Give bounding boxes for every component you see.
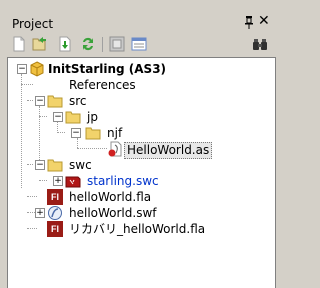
project-panel: Project ✕ − InitStarling (AS3) Reference… [0,0,284,288]
expand-icon[interactable]: + [53,176,63,186]
project-label: InitStarling (AS3) [48,62,167,76]
properties-icon[interactable] [131,36,147,52]
build-icon[interactable] [109,36,125,52]
src-label: src [69,94,87,108]
folder-icon [65,109,81,125]
project-tree[interactable]: − InitStarling (AS3) References − src − … [7,57,276,288]
panel-toolbar [7,34,272,56]
save-icon[interactable] [57,36,73,52]
open-icon[interactable] [31,36,47,52]
njf-label: njf [107,126,123,140]
tree-item-helloworld-swf[interactable]: + helloWorld.swf [8,205,268,221]
close-icon[interactable]: ✕ [258,13,270,29]
expand-icon[interactable]: + [35,208,45,218]
tree-item-project[interactable]: − InitStarling (AS3) [8,61,268,77]
helloworld-fla-label: helloWorld.fla [69,190,152,204]
tree-item-starling-swc[interactable]: + starling.swc [8,173,268,189]
tree-item-helloworld-as[interactable]: HelloWorld.as [8,141,268,159]
tree-item-references[interactable]: References [8,77,268,93]
binoculars-icon[interactable] [252,36,268,52]
folder-icon [85,125,101,141]
tree-item-src[interactable]: − src [8,93,268,109]
tree-item-helloworld-fla[interactable]: Fl helloWorld.fla [8,189,268,205]
fla-file-icon: Fl [47,221,63,237]
fla-file-icon: Fl [47,189,63,205]
new-file-icon[interactable] [11,36,27,52]
collapse-icon[interactable]: − [53,112,63,122]
panel-titlebar: Project ✕ [6,13,271,33]
swf-file-icon [47,205,63,221]
starling-swc-label: starling.swc [87,174,159,188]
collapse-icon[interactable]: − [71,128,81,138]
swc-library-icon [65,173,81,189]
tree-item-jp[interactable]: − jp [8,109,268,125]
actionscript-file-icon [107,141,123,157]
tree-item-swc[interactable]: − swc [8,157,268,173]
recovery-fla-label: リカバリ_helloWorld.fla [69,222,206,236]
collapse-icon[interactable]: − [17,64,27,74]
folder-icon [47,157,63,173]
tree-item-recovery-fla[interactable]: Fl リカバリ_helloWorld.fla [8,221,268,237]
swc-label: swc [69,158,92,172]
jp-label: jp [87,110,98,124]
project-icon [29,61,45,77]
tree-item-njf[interactable]: − njf [8,125,268,141]
references-label: References [69,78,136,92]
helloworld-swf-label: helloWorld.swf [69,206,157,220]
panel-title: Project [12,17,54,31]
refresh-icon[interactable] [80,36,96,52]
folder-icon [47,93,63,109]
collapse-icon[interactable]: − [35,160,45,170]
toolbar-separator [102,37,103,52]
collapse-icon[interactable]: − [35,96,45,106]
pin-icon[interactable] [244,15,254,32]
